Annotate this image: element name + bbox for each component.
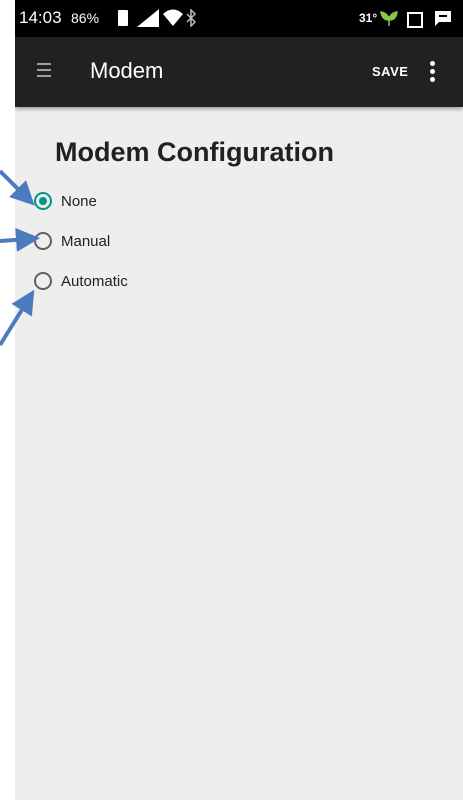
phone-screen: 14:03 86% 31° Modem SAVE Modem Configura… [15, 0, 463, 800]
leaf-icon [380, 11, 398, 26]
status-bar: 14:03 86% 31° [15, 0, 463, 37]
radio-label: Automatic [61, 272, 128, 290]
battery-icon [118, 10, 128, 26]
save-button[interactable]: SAVE [372, 64, 408, 79]
temperature: 31° [359, 11, 378, 25]
more-vert-icon[interactable] [429, 61, 437, 85]
section-title: Modem Configuration [55, 137, 334, 167]
radio-label: None [61, 192, 97, 210]
app-bar: Modem SAVE [15, 37, 463, 107]
wifi-icon [163, 9, 183, 26]
radio-label: Manual [61, 232, 111, 250]
chat-icon [435, 11, 451, 26]
radio-button-checked-icon[interactable] [34, 192, 52, 210]
radio-option-none[interactable]: None [34, 192, 97, 210]
radio-option-manual[interactable]: Manual [34, 232, 110, 250]
bluetooth-icon [186, 9, 197, 27]
hamburger-menu-icon[interactable] [37, 63, 51, 79]
radio-button-icon[interactable] [34, 232, 52, 250]
square-icon [407, 12, 423, 28]
signal-icon [137, 9, 159, 27]
radio-option-automatic[interactable]: Automatic [34, 272, 128, 290]
status-time: 14:03 [19, 8, 62, 27]
battery-percent: 86% [71, 10, 100, 26]
radio-button-icon[interactable] [34, 272, 52, 290]
page-title: Modem [90, 58, 164, 83]
